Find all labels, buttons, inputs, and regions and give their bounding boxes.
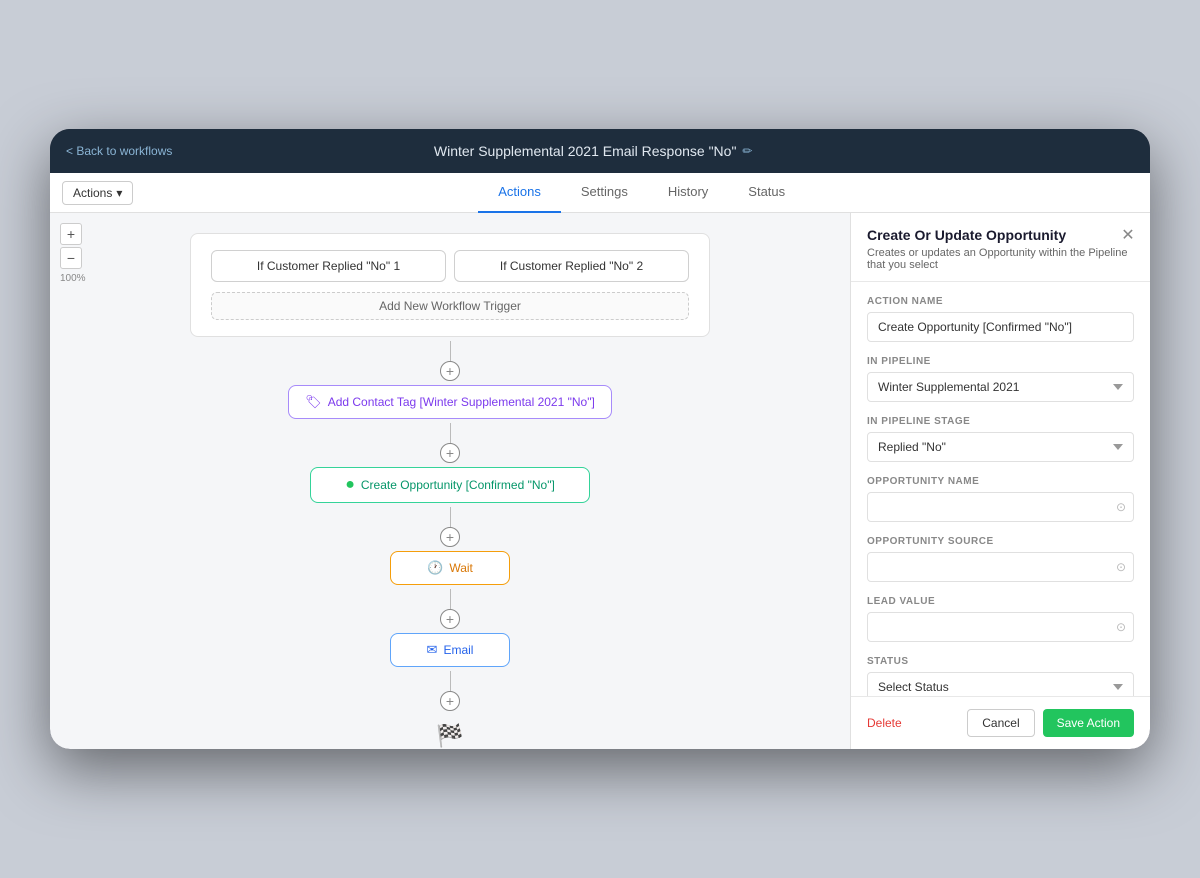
status-label: STATUS — [867, 656, 1134, 667]
action-name-input[interactable] — [867, 312, 1134, 342]
tab-settings[interactable]: Settings — [561, 173, 648, 213]
in-pipeline-stage-field-group: IN PIPELINE STAGE Replied "No" — [867, 416, 1134, 462]
in-pipeline-stage-label: IN PIPELINE STAGE — [867, 416, 1134, 427]
opportunity-name-field-group: OPPORTUNITY NAME ⊙ — [867, 476, 1134, 522]
connector-line-3 — [450, 507, 451, 527]
status-field-group: STATUS Select Status — [867, 656, 1134, 696]
lead-value-field-wrapper: ⊙ — [867, 612, 1134, 642]
connector-line-4 — [450, 589, 451, 609]
top-bar: < Back to workflows Winter Supplemental … — [50, 129, 1150, 173]
back-link[interactable]: < Back to workflows — [66, 144, 172, 158]
opportunity-source-field-wrapper: ⊙ — [867, 552, 1134, 582]
opportunity-name-field-wrapper: ⊙ — [867, 492, 1134, 522]
edit-icon[interactable]: ✏ — [742, 144, 752, 158]
zoom-out-button[interactable]: − — [60, 247, 82, 269]
tag-action-node[interactable]: 🏷 Add Contact Tag [Winter Supplemental 2… — [288, 385, 612, 419]
opportunity-source-icon: ⊙ — [1116, 560, 1126, 574]
connector-1: + — [440, 341, 460, 381]
lead-value-input[interactable] — [867, 612, 1134, 642]
email-icon: ✉ — [427, 642, 438, 658]
panel-header: Create Or Update Opportunity Creates or … — [851, 213, 1150, 282]
lead-value-field-group: LEAD VALUE ⊙ — [867, 596, 1134, 642]
workflow-title: Winter Supplemental 2021 Email Response … — [172, 143, 1014, 159]
in-pipeline-label: IN PIPELINE — [867, 356, 1134, 367]
trigger-node-1[interactable]: If Customer Replied "No" 1 — [211, 250, 446, 282]
opportunity-source-input[interactable] — [867, 552, 1134, 582]
in-pipeline-stage-select[interactable]: Replied "No" — [867, 432, 1134, 462]
content-area: + − 100% If Customer Replied "No" 1 If C… — [50, 213, 1150, 749]
connector-line-2 — [450, 423, 451, 443]
workflow-content: If Customer Replied "No" 1 If Customer R… — [50, 213, 850, 749]
opportunity-source-field-group: OPPORTUNITY SOURCE ⊙ — [867, 536, 1134, 582]
connector-3: + — [440, 507, 460, 547]
opportunity-icon: ● — [345, 476, 355, 494]
opportunity-name-input[interactable] — [867, 492, 1134, 522]
zoom-controls: + − 100% — [60, 223, 86, 284]
action-name-field-group: ACTION NAME — [867, 296, 1134, 342]
save-action-button[interactable]: Save Action — [1043, 709, 1134, 737]
right-panel: Create Or Update Opportunity Creates or … — [850, 213, 1150, 749]
in-pipeline-field-group: IN PIPELINE Winter Supplemental 2021 — [867, 356, 1134, 402]
add-step-button-4[interactable]: + — [440, 609, 460, 629]
workflow-canvas: + − 100% If Customer Replied "No" 1 If C… — [50, 213, 850, 749]
footer-actions: Cancel Save Action — [967, 709, 1134, 737]
panel-title: Create Or Update Opportunity — [867, 227, 1134, 243]
lead-value-label: LEAD VALUE — [867, 596, 1134, 607]
trigger-row: If Customer Replied "No" 1 If Customer R… — [211, 250, 689, 282]
email-action-label: Email — [443, 643, 473, 657]
tab-status[interactable]: Status — [728, 173, 805, 213]
add-step-button-1[interactable]: + — [440, 361, 460, 381]
wait-action-label: Wait — [449, 561, 473, 575]
action-name-label: ACTION NAME — [867, 296, 1134, 307]
panel-subtitle: Creates or updates an Opportunity within… — [867, 247, 1134, 271]
add-trigger-button[interactable]: Add New Workflow Trigger — [211, 292, 689, 320]
connector-line-5 — [450, 671, 451, 691]
actions-dropdown-button[interactable]: Actions ▾ — [62, 181, 133, 205]
add-step-button-2[interactable]: + — [440, 443, 460, 463]
add-step-button-5[interactable]: + — [440, 691, 460, 711]
tab-actions[interactable]: Actions — [478, 173, 561, 213]
tag-icon: 🏷 — [305, 394, 322, 410]
lead-value-icon: ⊙ — [1116, 620, 1126, 634]
email-action-node[interactable]: ✉ Email — [390, 633, 510, 667]
connector-5: + — [440, 671, 460, 711]
finish-flag: 🏁 — [436, 723, 463, 749]
connector-4: + — [440, 589, 460, 629]
opportunity-action-node[interactable]: ● Create Opportunity [Confirmed "No"] — [310, 467, 590, 503]
panel-footer: Delete Cancel Save Action — [851, 696, 1150, 749]
close-panel-button[interactable]: ✕ — [1118, 225, 1138, 245]
in-pipeline-select[interactable]: Winter Supplemental 2021 — [867, 372, 1134, 402]
device-frame: < Back to workflows Winter Supplemental … — [50, 129, 1150, 749]
cancel-button[interactable]: Cancel — [967, 709, 1034, 737]
connector-2: + — [440, 423, 460, 463]
workflow-title-text: Winter Supplemental 2021 Email Response … — [434, 143, 737, 159]
delete-button[interactable]: Delete — [867, 716, 902, 730]
opportunity-action-label: Create Opportunity [Confirmed "No"] — [361, 478, 555, 492]
zoom-in-button[interactable]: + — [60, 223, 82, 245]
trigger-area: If Customer Replied "No" 1 If Customer R… — [190, 233, 710, 337]
wait-action-node[interactable]: 🕐 Wait — [390, 551, 510, 585]
trigger-node-2[interactable]: If Customer Replied "No" 2 — [454, 250, 689, 282]
chevron-down-icon: ▾ — [116, 186, 122, 200]
panel-body: ACTION NAME IN PIPELINE Winter Supplemen… — [851, 282, 1150, 696]
opportunity-name-icon: ⊙ — [1116, 500, 1126, 514]
opportunity-name-label: OPPORTUNITY NAME — [867, 476, 1134, 487]
actions-btn-label: Actions — [73, 186, 112, 200]
tab-history[interactable]: History — [648, 173, 728, 213]
connector-line — [450, 341, 451, 361]
wait-icon: 🕐 — [427, 560, 443, 576]
tab-bar: Actions ▾ Actions Settings History Statu… — [50, 173, 1150, 213]
zoom-label: 100% — [60, 273, 86, 284]
opportunity-source-label: OPPORTUNITY SOURCE — [867, 536, 1134, 547]
tag-action-label: Add Contact Tag [Winter Supplemental 202… — [328, 395, 595, 409]
add-step-button-3[interactable]: + — [440, 527, 460, 547]
tab-list: Actions Settings History Status — [133, 173, 1150, 213]
status-select[interactable]: Select Status — [867, 672, 1134, 696]
